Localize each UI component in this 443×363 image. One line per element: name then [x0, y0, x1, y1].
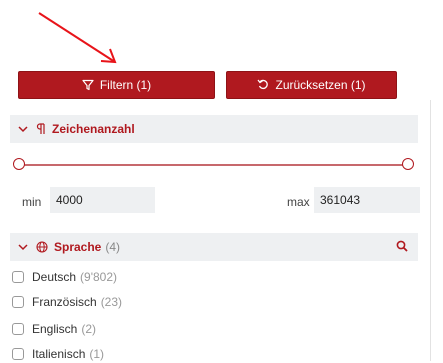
- checkbox[interactable]: [12, 271, 24, 283]
- language-option-englisch[interactable]: Englisch (2): [12, 320, 96, 338]
- checkbox[interactable]: [12, 296, 24, 308]
- language-count: (4): [105, 240, 121, 254]
- undo-icon: [257, 79, 269, 91]
- slider-min-handle[interactable]: [13, 158, 25, 170]
- chevron-down-icon: [18, 124, 28, 134]
- globe-icon: [36, 241, 48, 253]
- language-section-header[interactable]: Sprache (4): [10, 233, 418, 261]
- max-value-input[interactable]: [314, 187, 420, 213]
- language-option-count: (23): [100, 295, 123, 309]
- char-count-title: Zeichenanzahl: [52, 122, 135, 136]
- annotation-arrow-icon: [38, 12, 117, 64]
- language-option-label: Deutsch: [32, 270, 77, 284]
- char-count-section-header[interactable]: Zeichenanzahl: [10, 115, 418, 143]
- language-option-deutsch[interactable]: Deutsch (9'802): [12, 268, 117, 286]
- language-option-italienisch[interactable]: Italienisch (1): [12, 345, 104, 363]
- reset-button-label: Zurücksetzen (1): [275, 78, 366, 92]
- min-label: min: [22, 195, 42, 209]
- filter-button-label: Filtern (1): [99, 78, 152, 92]
- language-option-count: (2): [81, 322, 97, 336]
- language-option-label: Französisch: [32, 295, 97, 309]
- search-icon[interactable]: [396, 240, 408, 252]
- language-option-label: Englisch: [32, 322, 78, 336]
- language-option-count: (9'802): [80, 270, 118, 284]
- chevron-down-icon: [18, 242, 28, 252]
- language-option-label: Italienisch: [32, 347, 86, 361]
- slider-max-handle[interactable]: [402, 158, 414, 170]
- scroll-divider: [430, 100, 431, 361]
- checkbox[interactable]: [12, 323, 24, 335]
- language-option-franzoesisch[interactable]: Französisch (23): [12, 293, 122, 311]
- max-label: max: [287, 195, 310, 209]
- checkbox[interactable]: [12, 348, 24, 360]
- filter-icon: [82, 79, 94, 91]
- min-value-input[interactable]: [50, 187, 155, 213]
- reset-button[interactable]: Zurücksetzen (1): [226, 71, 397, 99]
- char-count-slider-track[interactable]: [18, 164, 410, 166]
- pilcrow-icon: [36, 123, 46, 135]
- language-title: Sprache: [54, 240, 102, 254]
- filter-button[interactable]: Filtern (1): [18, 71, 215, 99]
- language-option-count: (1): [89, 347, 105, 361]
